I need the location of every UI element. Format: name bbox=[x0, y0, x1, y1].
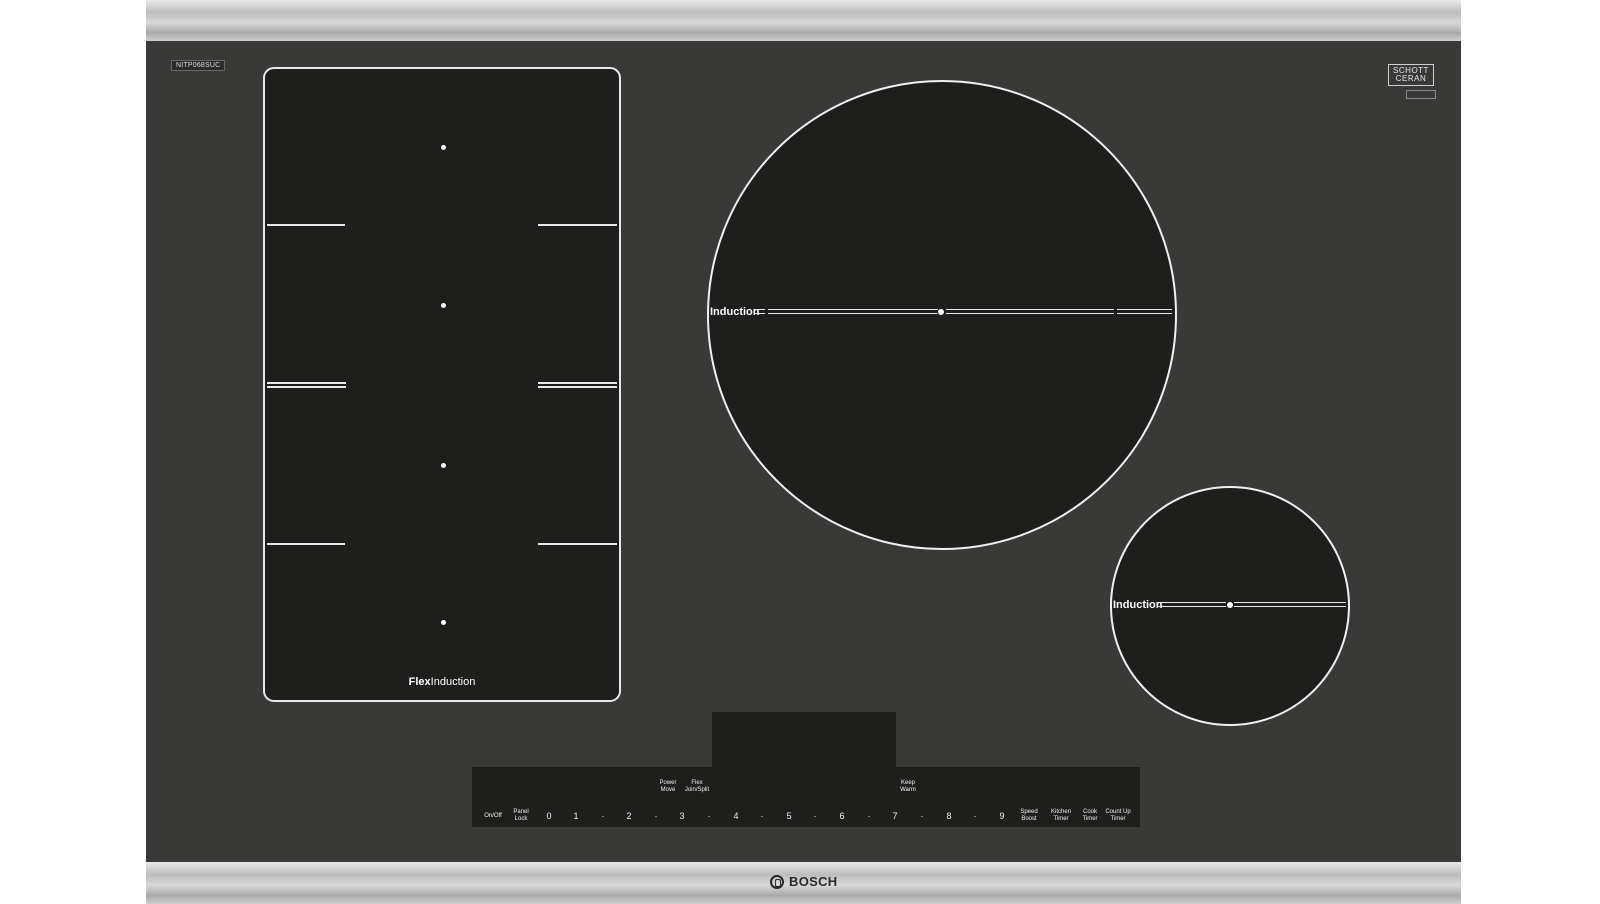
flex-divider-left-1 bbox=[267, 224, 345, 226]
level-4-5-button[interactable]: · bbox=[761, 812, 764, 821]
level-4-button[interactable]: 4 bbox=[733, 812, 738, 821]
flex-induction-label: FlexInduction bbox=[263, 676, 621, 688]
small-zone-center-dot bbox=[1226, 601, 1234, 609]
bosch-logo-icon bbox=[770, 874, 784, 889]
flex-zone-marker-2 bbox=[441, 303, 446, 308]
flex-induction-zone[interactable] bbox=[263, 67, 621, 702]
small-zone-line-a bbox=[1158, 602, 1226, 607]
level-1-5-button[interactable]: · bbox=[602, 812, 605, 821]
small-zone-label: Induction bbox=[1113, 599, 1163, 611]
level-2-5-button[interactable]: · bbox=[655, 812, 658, 821]
keep-warm-button[interactable]: Keep Warm bbox=[900, 780, 916, 794]
level-3-5-button[interactable]: · bbox=[708, 812, 711, 821]
flex-divider-right-1 bbox=[538, 224, 617, 226]
small-zone-line-b bbox=[1234, 602, 1346, 607]
level-6-5-button[interactable]: · bbox=[868, 812, 871, 821]
level-7-5-button[interactable]: · bbox=[921, 812, 924, 821]
model-badge: NITP068SUC bbox=[171, 60, 226, 71]
flex-zone-marker-4 bbox=[441, 620, 446, 625]
level-3-button[interactable]: 3 bbox=[679, 812, 684, 821]
flex-divider-left-2 bbox=[267, 382, 346, 388]
bosch-brand: BOSCH bbox=[770, 874, 837, 889]
large-zone-label: Induction bbox=[710, 306, 760, 318]
level-6-button[interactable]: 6 bbox=[839, 812, 844, 821]
panel-lock-button[interactable]: Panel Lock bbox=[513, 809, 528, 823]
power-move-button[interactable]: Power Move bbox=[659, 780, 676, 794]
large-zone-line-c bbox=[946, 309, 1114, 314]
flex-zone-marker-3 bbox=[441, 463, 446, 468]
flex-label-regular: Induction bbox=[430, 676, 476, 688]
brand-name: BOSCH bbox=[789, 874, 838, 889]
level-2-button[interactable]: 2 bbox=[626, 812, 631, 821]
control-display-panel bbox=[712, 712, 896, 768]
level-7-button[interactable]: 7 bbox=[892, 812, 897, 821]
count-up-timer-button[interactable]: Count Up Timer bbox=[1105, 809, 1130, 823]
speed-boost-button[interactable]: Speed Boost bbox=[1020, 809, 1037, 823]
schott-ceran-logo: SCHOTT CERAN bbox=[1388, 64, 1434, 86]
flex-divider-right-2 bbox=[538, 382, 617, 388]
flex-label-bold: Flex bbox=[408, 676, 431, 688]
on-off-button[interactable]: On/Off bbox=[484, 813, 502, 820]
level-8-button[interactable]: 8 bbox=[946, 812, 951, 821]
large-zone-line-a bbox=[755, 309, 765, 314]
level-0-button[interactable]: 0 bbox=[546, 812, 551, 821]
level-5-button[interactable]: 5 bbox=[786, 812, 791, 821]
large-zone-line-b bbox=[768, 309, 938, 314]
flex-divider-right-3 bbox=[538, 543, 617, 545]
stainless-trim-top bbox=[146, 0, 1461, 41]
kitchen-timer-button[interactable]: Kitchen Timer bbox=[1051, 809, 1071, 823]
level-9-button[interactable]: 9 bbox=[999, 812, 1004, 821]
flex-zone-marker-1 bbox=[441, 145, 446, 150]
large-zone-center-dot bbox=[937, 308, 945, 316]
flex-divider-left-3 bbox=[267, 543, 345, 545]
level-1-button[interactable]: 1 bbox=[573, 812, 578, 821]
level-5-5-button[interactable]: · bbox=[814, 812, 817, 821]
schott-ceran-sublabel bbox=[1406, 90, 1436, 99]
large-zone-line-d bbox=[1117, 309, 1172, 314]
flex-join-split-button[interactable]: Flex Join/Split bbox=[685, 780, 709, 794]
level-8-5-button[interactable]: · bbox=[974, 812, 977, 821]
control-strip bbox=[472, 767, 1140, 827]
cook-timer-button[interactable]: Cook Timer bbox=[1082, 809, 1097, 823]
